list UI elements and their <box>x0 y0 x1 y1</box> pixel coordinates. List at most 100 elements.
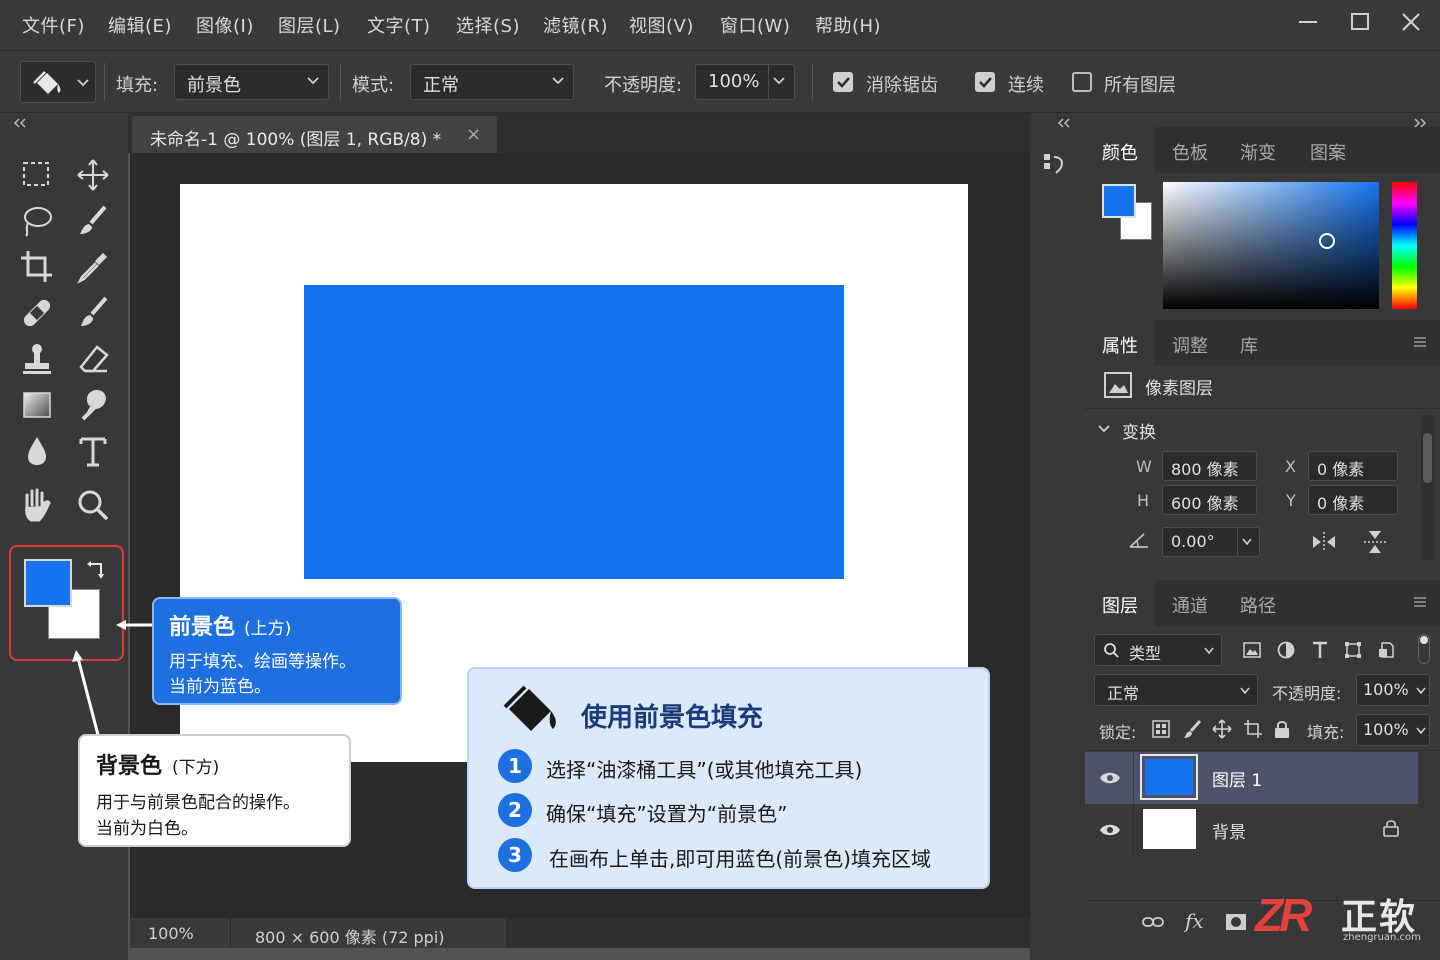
tab-gradients[interactable]: 渐变 <box>1240 139 1276 165</box>
layer-thumbnail[interactable] <box>1143 809 1196 849</box>
filter-shape-icon[interactable] <box>1343 640 1363 660</box>
menu-view[interactable]: 视图(V) <box>629 12 694 38</box>
history-icon[interactable] <box>1042 151 1066 177</box>
layer-opacity-input[interactable]: 100% <box>1356 674 1430 706</box>
collapse-icon[interactable] <box>12 117 28 129</box>
layer-thumbnail[interactable] <box>1140 754 1198 800</box>
menu-window[interactable]: 窗口(W) <box>720 12 790 38</box>
panel-menu-icon[interactable] <box>1413 596 1427 608</box>
layer-filter-select[interactable]: 类型 <box>1094 634 1222 666</box>
eraser-tool[interactable] <box>73 339 113 379</box>
color-field[interactable] <box>1163 182 1379 309</box>
layer-row[interactable]: 背景 <box>1085 804 1418 856</box>
tool-preset-picker[interactable] <box>20 61 96 103</box>
menu-file[interactable]: 文件(F) <box>22 12 85 38</box>
lock-artboard-icon[interactable] <box>1243 719 1263 739</box>
layer-thumbnail-fill <box>1145 759 1193 795</box>
layer-blend-mode-select[interactable]: 正常 <box>1094 674 1258 706</box>
scroll-thumb[interactable] <box>1423 433 1432 483</box>
menu-select[interactable]: 选择(S) <box>456 12 520 38</box>
filter-adjustment-icon[interactable] <box>1276 640 1296 660</box>
tab-libraries[interactable]: 库 <box>1240 332 1258 358</box>
menu-type[interactable]: 文字(T) <box>367 12 431 38</box>
tab-properties[interactable]: 属性 <box>1102 332 1138 358</box>
all-layers-checkbox[interactable] <box>1072 72 1092 92</box>
type-tool[interactable] <box>73 431 113 471</box>
marquee-tool[interactable] <box>17 155 57 195</box>
close-tab-icon[interactable]: × <box>466 124 481 145</box>
menu-layer[interactable]: 图层(L) <box>278 12 341 38</box>
close-window-button[interactable] <box>1391 8 1431 38</box>
mode-label: 模式: <box>352 75 395 96</box>
tab-channels[interactable]: 通道 <box>1172 592 1208 618</box>
tab-layers[interactable]: 图层 <box>1102 592 1138 618</box>
blur-tool[interactable] <box>17 431 57 471</box>
lock-transparent-icon[interactable] <box>1152 720 1170 738</box>
swap-colors-icon[interactable] <box>85 560 107 582</box>
fill-opacity-input[interactable]: 100% <box>1356 714 1430 746</box>
gradient-tool[interactable] <box>17 385 57 425</box>
maximize-button[interactable] <box>1340 8 1380 38</box>
antialias-checkbox[interactable] <box>833 72 853 92</box>
clone-stamp-tool[interactable] <box>17 339 57 379</box>
menu-help[interactable]: 帮助(H) <box>815 12 881 38</box>
zoom-level[interactable]: 100% <box>148 924 194 943</box>
menu-image[interactable]: 图像(I) <box>196 12 254 38</box>
lasso-tool[interactable] <box>17 201 57 241</box>
hand-tool[interactable] <box>17 485 57 525</box>
collapse-icon[interactable] <box>1056 117 1072 129</box>
tab-adjustments[interactable]: 调整 <box>1172 332 1208 358</box>
tab-color[interactable]: 颜色 <box>1102 139 1138 165</box>
chevron-down-icon[interactable] <box>1097 422 1111 436</box>
fill-source-select[interactable]: 前景色 <box>174 64 329 100</box>
menu-filter[interactable]: 滤镜(R) <box>543 12 608 38</box>
lock-all-icon[interactable] <box>1273 719 1291 739</box>
brush-tool[interactable] <box>73 293 113 333</box>
zoom-tool[interactable] <box>73 485 113 525</box>
lock-position-icon[interactable] <box>1212 719 1232 739</box>
filter-pixel-icon[interactable] <box>1242 640 1262 660</box>
tab-patterns[interactable]: 图案 <box>1310 139 1346 165</box>
layer-row[interactable]: 图层 1 <box>1085 752 1418 804</box>
menu-edit[interactable]: 编辑(E) <box>108 12 172 38</box>
move-tool[interactable] <box>73 155 113 195</box>
document-info: 800 × 600 像素 (72 ppi) <box>255 928 445 947</box>
brush-tool-top[interactable] <box>73 201 113 241</box>
panel-foreground-swatch[interactable] <box>1102 184 1136 218</box>
width-input[interactable]: 800 像素 <box>1162 451 1257 481</box>
panel-menu-icon[interactable] <box>1413 336 1427 348</box>
properties-scrollbar[interactable] <box>1421 415 1434 560</box>
filter-smart-object-icon[interactable] <box>1376 640 1396 660</box>
fx-icon[interactable]: fx <box>1185 909 1204 933</box>
x-input[interactable]: 0 像素 <box>1308 451 1398 481</box>
visibility-eye-icon[interactable] <box>1099 770 1121 786</box>
blend-mode-select[interactable]: 正常 <box>410 64 574 100</box>
contiguous-checkbox[interactable] <box>975 72 995 92</box>
tab-swatches[interactable]: 色板 <box>1172 139 1208 165</box>
lasso-icon <box>24 207 52 237</box>
layer-name[interactable]: 背景 <box>1212 818 1246 843</box>
healing-brush-tool[interactable] <box>17 293 57 333</box>
lock-pixels-icon[interactable] <box>1182 719 1202 739</box>
color-picker-handle[interactable] <box>1319 233 1335 249</box>
height-input[interactable]: 600 像素 <box>1162 485 1257 515</box>
add-mask-icon[interactable] <box>1225 912 1247 932</box>
tab-paths[interactable]: 路径 <box>1240 592 1276 618</box>
opacity-input[interactable]: 100% <box>695 64 795 100</box>
layer-name[interactable]: 图层 1 <box>1212 766 1262 791</box>
link-layers-icon[interactable] <box>1141 913 1165 931</box>
crop-tool[interactable] <box>17 247 57 287</box>
filter-type-icon[interactable] <box>1310 640 1330 660</box>
flip-vertical-icon[interactable] <box>1362 528 1388 556</box>
hue-slider[interactable] <box>1392 182 1417 309</box>
flip-horizontal-icon[interactable] <box>1310 530 1338 554</box>
minimize-button[interactable] <box>1288 8 1328 38</box>
smudge-tool[interactable] <box>73 385 113 425</box>
angle-input[interactable]: 0.00° <box>1162 527 1260 557</box>
antialias-label: 消除锯齿 <box>866 75 938 96</box>
eyedropper-tool[interactable] <box>73 247 113 287</box>
y-input[interactable]: 0 像素 <box>1308 485 1398 515</box>
visibility-eye-icon[interactable] <box>1099 822 1121 838</box>
filter-toggle[interactable] <box>1418 634 1430 664</box>
document-tab[interactable]: 未命名-1 @ 100% (图层 1, RGB/8) * × <box>132 116 497 153</box>
